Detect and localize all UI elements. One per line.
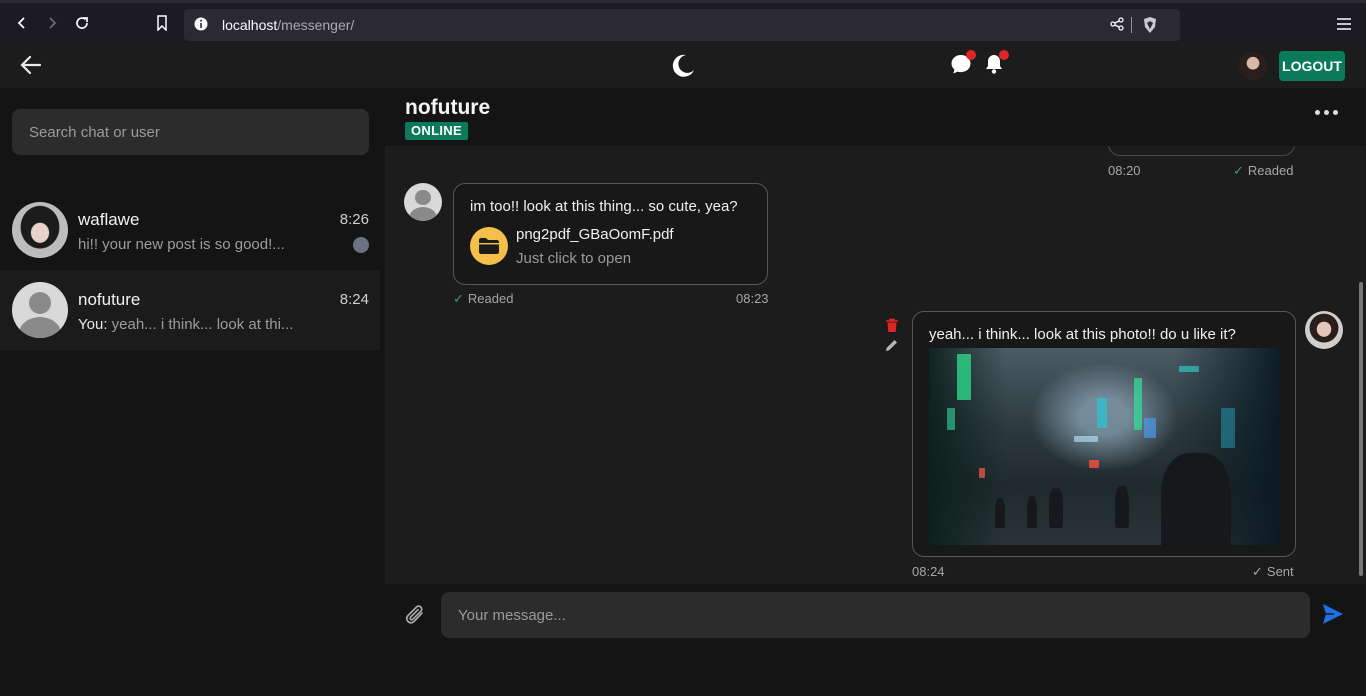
user-avatar[interactable]	[1239, 52, 1267, 80]
bell-notification-dot	[999, 50, 1009, 60]
message-time: 08:23	[736, 291, 769, 306]
scrollbar[interactable]	[1359, 282, 1363, 576]
you-prefix: You:	[78, 316, 108, 333]
address-bar[interactable]: localhost/messenger/	[184, 9, 1180, 41]
check-icon: ✓	[453, 291, 464, 306]
url-path: /messenger/	[277, 17, 355, 33]
browser-reload-icon[interactable]	[72, 13, 92, 33]
pencil-icon[interactable]	[885, 338, 899, 357]
more-options-icon[interactable]	[1315, 110, 1338, 115]
chat-name: waflawe	[78, 210, 140, 229]
message-composer	[385, 584, 1366, 696]
sender-avatar	[404, 183, 442, 221]
previous-message-bubble	[1108, 146, 1295, 156]
chat-preview: hi!! your new post is so good!...	[78, 236, 285, 253]
chat-item-waflawe[interactable]: waflawe 8:26 hi!! your new post is so go…	[0, 190, 380, 270]
peer-name: nofuture	[405, 96, 491, 119]
app-header: LOGOUT	[0, 44, 1366, 88]
trash-icon[interactable]	[885, 318, 899, 338]
check-icon: ✓	[1252, 564, 1263, 579]
chat-time: 8:24	[339, 291, 369, 308]
message-list[interactable]: 08:20 ✓ Readed im too!! look at this thin…	[385, 146, 1366, 584]
url-separator	[1131, 17, 1132, 33]
message-status-text: Readed	[1247, 163, 1294, 178]
back-arrow-icon[interactable]	[20, 54, 42, 81]
message-time: 08:24	[912, 564, 945, 579]
send-icon[interactable]	[1322, 603, 1344, 630]
browser-menu-icon[interactable]	[1336, 17, 1352, 36]
bookmark-icon[interactable]	[152, 13, 172, 33]
chat-preview-text: yeah... i think... look at thi...	[111, 316, 294, 333]
paperclip-icon[interactable]	[405, 604, 427, 633]
file-hint: Just click to open	[516, 250, 632, 267]
avatar	[12, 282, 68, 338]
conversation-header: nofuture ONLINE	[385, 88, 1366, 146]
sender-avatar	[1305, 311, 1343, 349]
bell-icon[interactable]	[983, 50, 1009, 80]
message-input[interactable]	[441, 592, 1310, 638]
message-status: ✓ Readed	[1233, 163, 1293, 179]
folder-icon[interactable]	[470, 227, 508, 265]
message-status: ✓ Sent	[1252, 564, 1294, 580]
chat-icon[interactable]	[950, 50, 976, 80]
url-text: localhost/messenger/	[222, 17, 354, 33]
chat-notification-dot	[966, 50, 976, 60]
browser-toolbar: localhost/messenger/	[0, 0, 1366, 44]
message-photo[interactable]	[929, 348, 1279, 545]
site-info-icon[interactable]	[194, 17, 208, 36]
unread-indicator	[353, 237, 369, 253]
logout-button[interactable]: LOGOUT	[1279, 51, 1345, 81]
browser-forward-icon[interactable]	[42, 13, 62, 33]
browser-back-icon[interactable]	[12, 13, 32, 33]
incoming-message-bubble: im too!! look at this thing... so cute, …	[453, 183, 768, 285]
chat-name: nofuture	[78, 290, 141, 309]
share-icon[interactable]	[1110, 17, 1124, 36]
avatar	[12, 202, 68, 258]
brave-shield-icon[interactable]	[1142, 16, 1158, 39]
outgoing-message-bubble: yeah... i think... look at this photo!! …	[912, 311, 1296, 557]
check-icon: ✓	[1233, 163, 1244, 178]
message-text: yeah... i think... look at this photo!! …	[929, 326, 1236, 343]
file-name[interactable]: png2pdf_GBaOomF.pdf	[516, 226, 674, 243]
chat-item-nofuture[interactable]: nofuture 8:24 You: yeah... i think... lo…	[0, 270, 380, 350]
chat-sidebar: waflawe 8:26 hi!! your new post is so go…	[0, 88, 380, 696]
url-host: localhost	[222, 17, 278, 33]
search-input[interactable]	[12, 109, 369, 155]
message-text: im too!! look at this thing... so cute, …	[470, 198, 738, 215]
moon-icon[interactable]	[670, 53, 696, 84]
message-status: ✓ Readed	[453, 291, 513, 307]
message-time: 08:20	[1108, 163, 1141, 178]
message-status-text: Sent	[1266, 564, 1294, 579]
message-status-text: Readed	[467, 291, 514, 306]
status-badge: ONLINE	[405, 122, 468, 140]
chat-preview: You: yeah... i think... look at thi...	[78, 316, 293, 333]
chat-time: 8:26	[339, 211, 369, 228]
